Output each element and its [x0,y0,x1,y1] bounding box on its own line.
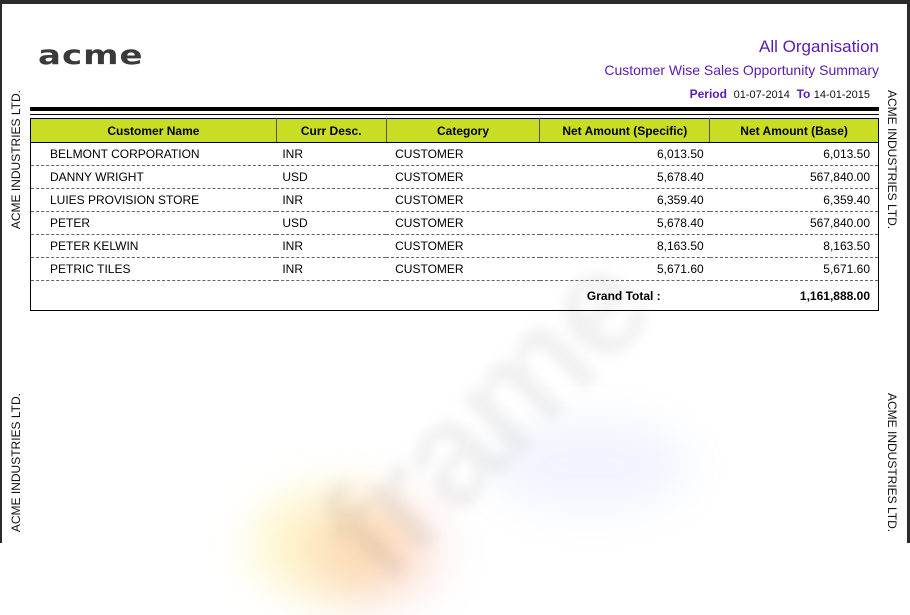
table-row: PETRIC TILES INR CUSTOMER 5,671.60 5,671… [30,257,879,281]
net-amount-specific-cell: 6,013.50 [539,142,710,166]
window-left-border [0,0,2,543]
currency-cell: INR [276,142,387,166]
column-header-net-amount-specific: Net Amount (Specific) [539,118,711,143]
period-to: 14-01-2015 [813,89,870,101]
net-amount-base-cell: 567,840.00 [709,211,879,235]
net-amount-specific-cell: 8,163.50 [539,234,710,258]
period-to-label: To [796,87,811,101]
column-header-curr-desc: Curr Desc. [276,118,387,143]
report-title: Customer Wise Sales Opportunity Summary [604,62,879,78]
table-row: BELMONT CORPORATION INR CUSTOMER 6,013.5… [30,142,879,166]
customer-name-cell: PETRIC TILES [30,257,277,281]
table-row: PETER KELWIN INR CUSTOMER 8,163.50 8,163… [30,234,879,258]
currency-cell: INR [276,257,387,281]
period-from: 01-07-2014 [733,89,790,101]
category-cell: CUSTOMER [386,165,540,189]
watermark-swirl-yellow [250,490,410,600]
net-amount-base-cell: 6,359.40 [709,188,879,212]
grand-total-label: Grand Total : [29,280,710,311]
net-amount-specific-cell: 5,678.40 [539,211,710,235]
category-cell: CUSTOMER [386,142,540,166]
customer-name-cell: LUIES PROVISION STORE [30,188,277,212]
net-amount-specific-cell: 5,678.40 [539,165,710,189]
category-cell: CUSTOMER [386,211,540,235]
organisation-title: All Organisation [758,37,879,56]
net-amount-specific-cell: 6,359.40 [539,188,710,212]
customer-name-cell: PETER [30,211,277,235]
category-cell: CUSTOMER [386,257,540,281]
currency-cell: USD [276,211,387,235]
customer-name-cell: DANNY WRIGHT [30,165,277,189]
side-label-left-bottom: ACME INDUSTRIES LTD. [9,393,23,533]
net-amount-base-cell: 5,671.60 [709,257,879,281]
table-header-row: Customer Name Curr Desc. Category Net Am… [30,118,879,143]
window-top-border [0,0,910,4]
net-amount-base-cell: 6,013.50 [709,142,879,166]
side-label-left-top: ACME INDUSTRIES LTD. [9,90,23,230]
period-row: Period 01-07-2014 To 14-01-2015 [690,87,870,101]
grand-total-value: 1,161,888.00 [709,280,879,311]
company-logo: acme [38,40,144,72]
currency-cell: INR [276,188,387,212]
side-label-right-bottom: ACME INDUSTRIES LTD. [885,393,899,533]
column-header-net-amount-base: Net Amount (Base) [709,118,879,143]
currency-cell: USD [276,165,387,189]
customer-name-cell: PETER KELWIN [30,234,277,258]
net-amount-base-cell: 8,163.50 [709,234,879,258]
column-header-customer-name: Customer Name [30,118,277,143]
side-label-right-top: ACME INDUSTRIES LTD. [885,90,899,230]
header-rule-thick [30,107,879,111]
period-label: Period [689,87,727,101]
header-rule-thin [30,114,879,115]
watermark-swirl-red [310,500,440,600]
table-row: LUIES PROVISION STORE INR CUSTOMER 6,359… [30,188,879,212]
currency-cell: INR [276,234,387,258]
table-row: DANNY WRIGHT USD CUSTOMER 5,678.40 567,8… [30,165,879,189]
customer-name-cell: BELMONT CORPORATION [30,142,277,166]
watermark-swirl-blue [490,420,690,510]
category-cell: CUSTOMER [386,188,540,212]
net-amount-specific-cell: 5,671.60 [539,257,710,281]
net-amount-base-cell: 567,840.00 [709,165,879,189]
watermark: frame [250,219,770,613]
sales-table: Customer Name Curr Desc. Category Net Am… [29,118,879,311]
category-cell: CUSTOMER [386,234,540,258]
column-header-category: Category [386,118,541,143]
table-row: PETER USD CUSTOMER 5,678.40 567,840.00 [30,211,879,235]
grand-total-row: Grand Total : 1,161,888.00 [29,280,879,311]
